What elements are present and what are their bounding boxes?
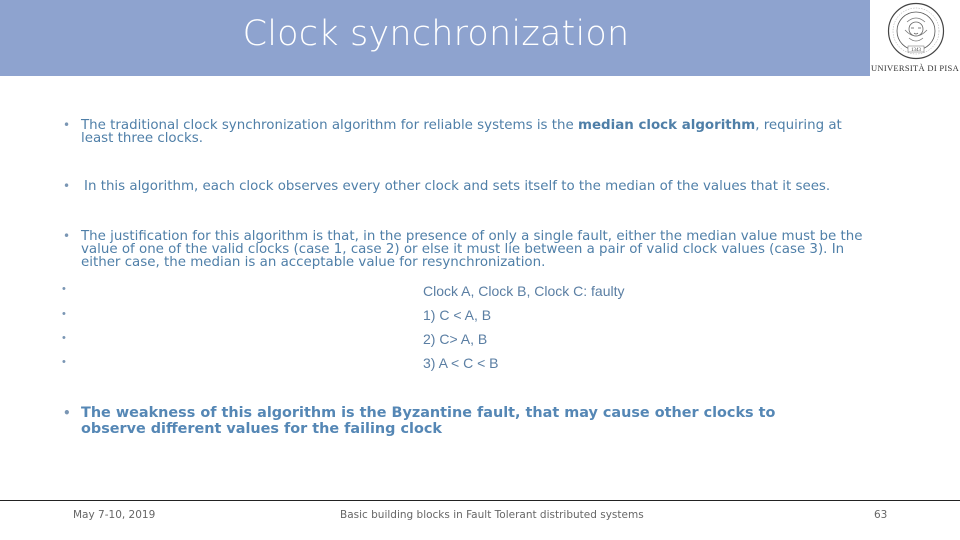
case-item-1: 1) C < A, B [423, 307, 492, 323]
case-bullet-dot: • [62, 332, 66, 344]
bullet-justification: • The justification for this algorithm i… [63, 229, 881, 270]
case-item-3: 3) A < C < B [423, 355, 499, 371]
bullet-dot: • [63, 229, 71, 243]
bullet-text: The justification for this algorithm is … [81, 229, 863, 270]
footer-date: May 7-10, 2019 [73, 509, 156, 521]
bullet-dot: • [63, 406, 71, 420]
slide-title: Clock synchronization [242, 14, 630, 54]
footer-divider [0, 500, 960, 501]
case-bullet-dot: • [62, 283, 66, 295]
slide-number: 63 [874, 509, 888, 521]
bullet-dot: • [63, 179, 71, 193]
case-item-2: 2) C> A, B [423, 331, 488, 347]
bullet-dot: • [63, 118, 71, 132]
bullet-emphasis: median clock algorithm [578, 118, 756, 133]
bullet-algorithm-description: • In this algorithm, each clock observes… [63, 179, 864, 194]
svg-text:1343: 1343 [911, 48, 922, 53]
footer-course-title: Basic building blocks in Fault Tolerant … [340, 509, 644, 521]
case-bullet-dot: • [62, 356, 66, 368]
university-logo: 1343 UNIVERSITÀ DI PISA [870, 0, 960, 76]
bullet-byzantine-weakness: • The weakness of this algorithm is the … [63, 405, 841, 437]
bullet-median-algorithm: • The traditional clock synchronization … [63, 118, 861, 146]
university-name: UNIVERSITÀ DI PISA [870, 63, 960, 73]
case-header: Clock A, Clock B, Clock C: faulty [423, 283, 625, 299]
case-bullet-dot: • [62, 308, 66, 320]
bullet-text: In this algorithm, each clock observes e… [84, 179, 831, 194]
university-seal-icon: 1343 [887, 2, 945, 60]
bullet-text: The weakness of this algorithm is the By… [81, 405, 776, 437]
